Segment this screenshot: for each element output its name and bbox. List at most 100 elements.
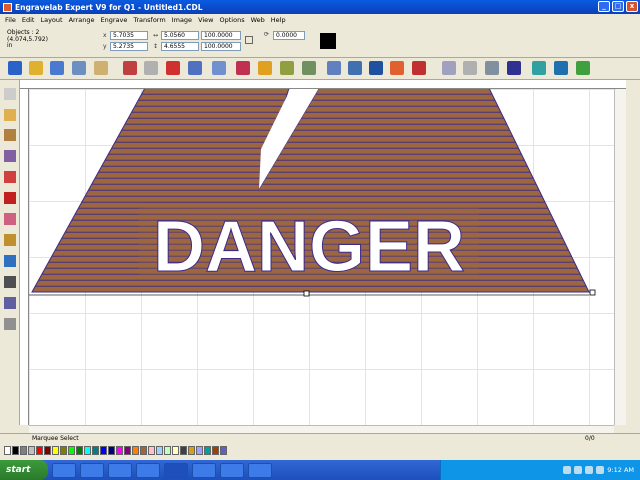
y-field[interactable]: 5.2735 [110, 42, 148, 51]
swatch-purple[interactable] [124, 445, 131, 455]
save-icon[interactable] [50, 61, 64, 75]
minimize-button[interactable]: _ [598, 1, 610, 12]
center-handle[interactable] [303, 290, 310, 297]
swatch-olive[interactable] [60, 445, 67, 455]
node-tool-icon[interactable] [4, 109, 16, 121]
width-field[interactable]: 5.0560 [161, 31, 199, 40]
swatch-brown[interactable] [140, 445, 147, 455]
import-icon[interactable] [166, 61, 180, 75]
swatch-silver[interactable] [28, 445, 35, 455]
bitmap-icon[interactable] [236, 61, 250, 75]
rubber-stamp-icon[interactable] [390, 61, 404, 75]
open-file-icon[interactable] [29, 61, 43, 75]
new-file-icon[interactable] [8, 61, 22, 75]
swatch-white[interactable] [4, 445, 11, 455]
taskbar-item[interactable] [248, 462, 272, 478]
menu-help[interactable]: Help [268, 16, 289, 24]
menu-options[interactable]: Options [217, 16, 248, 24]
tray-icon[interactable] [563, 466, 572, 474]
spell-check-icon[interactable] [442, 61, 456, 75]
undo-icon[interactable] [123, 61, 137, 75]
swatch-light-yellow[interactable] [172, 445, 179, 455]
swatch-orange[interactable] [132, 445, 139, 455]
tray-icon[interactable] [574, 466, 583, 474]
menu-edit[interactable]: Edit [19, 16, 38, 24]
title-bar[interactable]: Engravelab Expert V9 for Q1 - Untitled1.… [0, 0, 640, 14]
swatch-aqua[interactable] [204, 445, 211, 455]
pattern-icon[interactable] [302, 61, 316, 75]
lock-ratio-icon[interactable] [245, 36, 253, 44]
artistic-text-icon[interactable] [4, 150, 16, 162]
polygon-tool-icon[interactable] [4, 213, 16, 225]
swatch-light-blue[interactable] [156, 445, 163, 455]
swatch-teal[interactable] [92, 445, 99, 455]
web-icon[interactable] [532, 61, 546, 75]
menu-transform[interactable]: Transform [130, 16, 168, 24]
resize-handle[interactable] [589, 289, 596, 296]
taskbar-item[interactable] [136, 462, 160, 478]
swatch-lime[interactable] [68, 445, 75, 455]
swatch-black[interactable] [12, 445, 19, 455]
tray-icon[interactable] [596, 466, 605, 474]
pen-tool-icon[interactable] [4, 234, 16, 246]
x-field[interactable]: 5.7035 [110, 31, 148, 40]
menu-arrange[interactable]: Arrange [66, 16, 98, 24]
weld-icon[interactable] [327, 61, 341, 75]
swatch-light-green[interactable] [164, 445, 171, 455]
swatch-green[interactable] [76, 445, 83, 455]
text-style-icon[interactable] [463, 61, 477, 75]
maximize-button[interactable]: □ [612, 1, 624, 12]
database-icon[interactable] [507, 61, 521, 75]
swatch-dark-gray[interactable] [180, 445, 187, 455]
print-icon[interactable] [72, 61, 86, 75]
zoom-tool-icon[interactable] [4, 318, 16, 330]
menu-image[interactable]: Image [169, 16, 195, 24]
menu-engrave[interactable]: Engrave [98, 16, 131, 24]
tray-icon[interactable] [585, 466, 594, 474]
taskbar-item[interactable] [52, 462, 76, 478]
menu-layout[interactable]: Layout [37, 16, 65, 24]
rotation-field[interactable]: 0.0000 [273, 31, 305, 40]
menu-web[interactable]: Web [248, 16, 268, 24]
swatch-gold[interactable] [188, 445, 195, 455]
height-field[interactable]: 4.6555 [161, 42, 199, 51]
export-icon[interactable] [188, 61, 202, 75]
trim-icon[interactable] [348, 61, 362, 75]
paint-bucket-icon[interactable] [4, 255, 16, 267]
text-tool-icon[interactable] [4, 129, 16, 141]
redo-icon[interactable] [144, 61, 158, 75]
clipart-icon[interactable] [485, 61, 499, 75]
start-button[interactable]: start [0, 460, 48, 480]
help-icon[interactable] [576, 61, 590, 75]
scale-y-field[interactable]: 100.0000 [201, 42, 241, 51]
sign-text[interactable]: DANGER [152, 207, 465, 288]
swatch-lavender[interactable] [196, 445, 203, 455]
barcode-icon[interactable] [212, 61, 226, 75]
close-button[interactable]: x [626, 1, 638, 12]
vector-tool-icon[interactable] [4, 297, 16, 309]
menu-file[interactable]: File [2, 16, 19, 24]
contour-icon[interactable] [369, 61, 383, 75]
swatch-rust[interactable] [212, 445, 219, 455]
engrave-icon[interactable] [94, 61, 108, 75]
taskbar-item-active[interactable] [164, 462, 188, 478]
taskbar-item[interactable] [220, 462, 244, 478]
horizontal-scrollbar[interactable] [29, 425, 614, 433]
fill-icon[interactable] [280, 61, 294, 75]
menu-view[interactable]: View [195, 16, 216, 24]
swatch-magenta[interactable] [116, 445, 123, 455]
scale-x-field[interactable]: 100.0000 [201, 31, 241, 40]
color-indicator[interactable] [320, 33, 336, 49]
swatch-pink[interactable] [148, 445, 155, 455]
taskbar-item[interactable] [108, 462, 132, 478]
email-icon[interactable] [554, 61, 568, 75]
swatch-maroon[interactable] [44, 445, 51, 455]
swatch-blue[interactable] [100, 445, 107, 455]
swatch-gray[interactable] [20, 445, 27, 455]
select-tool-icon[interactable] [4, 88, 16, 100]
ellipse-tool-icon[interactable] [4, 192, 16, 204]
rectangle-tool-icon[interactable] [4, 171, 16, 183]
drawing-canvas[interactable]: DANGER [29, 87, 614, 425]
triangle-tool-icon[interactable] [258, 61, 272, 75]
taskbar-item[interactable] [80, 462, 104, 478]
